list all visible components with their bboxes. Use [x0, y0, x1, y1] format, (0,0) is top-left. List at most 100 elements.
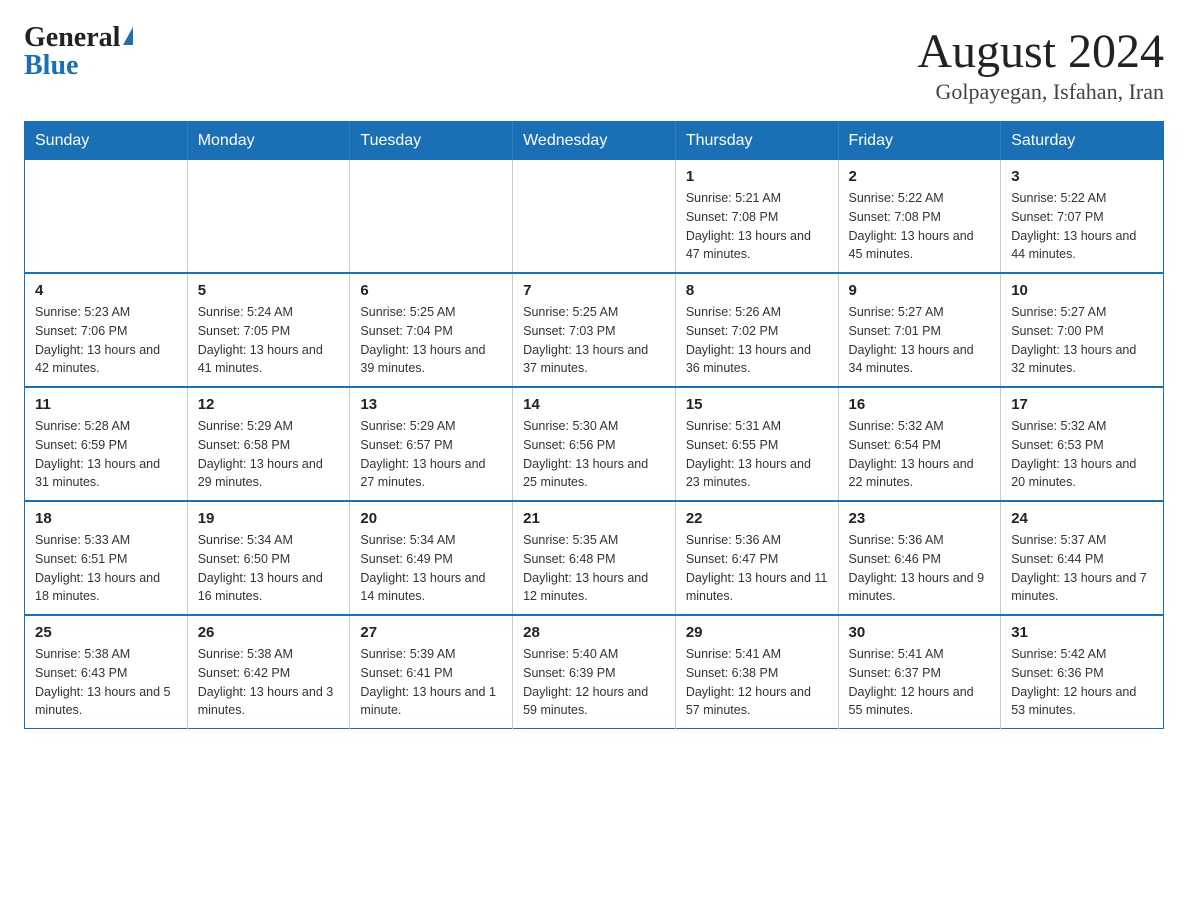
day-number: 26 [198, 624, 340, 641]
calendar-week-row: 25Sunrise: 5:38 AMSunset: 6:43 PMDayligh… [25, 615, 1164, 729]
day-number: 17 [1011, 396, 1153, 413]
day-number: 22 [686, 510, 828, 527]
day-info: Sunrise: 5:38 AMSunset: 6:43 PMDaylight:… [35, 645, 177, 720]
calendar-cell: 18Sunrise: 5:33 AMSunset: 6:51 PMDayligh… [25, 501, 188, 615]
day-number: 16 [849, 396, 991, 413]
day-info: Sunrise: 5:32 AMSunset: 6:54 PMDaylight:… [849, 417, 991, 492]
day-info: Sunrise: 5:22 AMSunset: 7:07 PMDaylight:… [1011, 189, 1153, 264]
day-info: Sunrise: 5:33 AMSunset: 6:51 PMDaylight:… [35, 531, 177, 606]
calendar-week-row: 4 Sunrise: 5:23 AMSunset: 7:06 PMDaylight… [25, 273, 1164, 387]
calendar-cell: 30 Sunrise: 5:41 AMSunset: 6:37 PMDayligh… [838, 615, 1001, 729]
day-number: 27 [360, 624, 502, 641]
day-info: Sunrise: 5:27 AMSunset: 7:00 PMDaylight:… [1011, 303, 1153, 378]
calendar-cell: 15 Sunrise: 5:31 AMSunset: 6:55 PMDayligh… [675, 387, 838, 501]
calendar-cell: 13 Sunrise: 5:29 AMSunset: 6:57 PMDayligh… [350, 387, 513, 501]
day-number: 2 [849, 168, 991, 185]
calendar-cell: 16 Sunrise: 5:32 AMSunset: 6:54 PMDayligh… [838, 387, 1001, 501]
day-number: 15 [686, 396, 828, 413]
day-info: Sunrise: 5:24 AMSunset: 7:05 PMDaylight:… [198, 303, 340, 378]
day-info: Sunrise: 5:22 AMSunset: 7:08 PMDaylight:… [849, 189, 991, 264]
day-info: Sunrise: 5:29 AMSunset: 6:58 PMDaylight:… [198, 417, 340, 492]
day-number: 28 [523, 624, 665, 641]
day-number: 6 [360, 282, 502, 299]
calendar-header-friday: Friday [838, 122, 1001, 161]
day-info: Sunrise: 5:30 AMSunset: 6:56 PMDaylight:… [523, 417, 665, 492]
day-info: Sunrise: 5:35 AMSunset: 6:48 PMDaylight:… [523, 531, 665, 606]
calendar-cell: 11 Sunrise: 5:28 AMSunset: 6:59 PMDayligh… [25, 387, 188, 501]
calendar-cell: 17 Sunrise: 5:32 AMSunset: 6:53 PMDayligh… [1001, 387, 1164, 501]
calendar-header-wednesday: Wednesday [513, 122, 676, 161]
day-number: 23 [849, 510, 991, 527]
calendar-cell: 27 Sunrise: 5:39 AMSunset: 6:41 PMDayligh… [350, 615, 513, 729]
day-info: Sunrise: 5:25 AMSunset: 7:03 PMDaylight:… [523, 303, 665, 378]
calendar-header-thursday: Thursday [675, 122, 838, 161]
logo-triangle-icon [123, 27, 133, 45]
logo-general-text: General [24, 24, 120, 52]
day-number: 14 [523, 396, 665, 413]
calendar-cell: 24Sunrise: 5:37 AMSunset: 6:44 PMDayligh… [1001, 501, 1164, 615]
calendar-cell: 3 Sunrise: 5:22 AMSunset: 7:07 PMDaylight… [1001, 160, 1164, 273]
calendar-cell [25, 160, 188, 273]
day-info: Sunrise: 5:38 AMSunset: 6:42 PMDaylight:… [198, 645, 340, 720]
calendar-cell: 20 Sunrise: 5:34 AMSunset: 6:49 PMDayligh… [350, 501, 513, 615]
day-info: Sunrise: 5:34 AMSunset: 6:49 PMDaylight:… [360, 531, 502, 606]
logo: General Blue [24, 24, 133, 80]
day-info: Sunrise: 5:36 AMSunset: 6:47 PMDaylight:… [686, 531, 828, 606]
page-header: General Blue August 2024 Golpayegan, Isf… [24, 24, 1164, 105]
calendar-cell: 28 Sunrise: 5:40 AMSunset: 6:39 PMDayligh… [513, 615, 676, 729]
calendar-week-row: 18Sunrise: 5:33 AMSunset: 6:51 PMDayligh… [25, 501, 1164, 615]
day-number: 1 [686, 168, 828, 185]
day-number: 20 [360, 510, 502, 527]
day-info: Sunrise: 5:23 AMSunset: 7:06 PMDaylight:… [35, 303, 177, 378]
calendar-cell: 22 Sunrise: 5:36 AMSunset: 6:47 PMDayligh… [675, 501, 838, 615]
calendar-header-row: SundayMondayTuesdayWednesdayThursdayFrid… [25, 122, 1164, 161]
calendar-cell: 4 Sunrise: 5:23 AMSunset: 7:06 PMDaylight… [25, 273, 188, 387]
day-info: Sunrise: 5:25 AMSunset: 7:04 PMDaylight:… [360, 303, 502, 378]
day-number: 3 [1011, 168, 1153, 185]
day-info: Sunrise: 5:32 AMSunset: 6:53 PMDaylight:… [1011, 417, 1153, 492]
day-info: Sunrise: 5:41 AMSunset: 6:38 PMDaylight:… [686, 645, 828, 720]
day-number: 30 [849, 624, 991, 641]
calendar-cell: 5 Sunrise: 5:24 AMSunset: 7:05 PMDaylight… [187, 273, 350, 387]
calendar-cell: 7Sunrise: 5:25 AMSunset: 7:03 PMDaylight… [513, 273, 676, 387]
day-info: Sunrise: 5:26 AMSunset: 7:02 PMDaylight:… [686, 303, 828, 378]
day-info: Sunrise: 5:37 AMSunset: 6:44 PMDaylight:… [1011, 531, 1153, 606]
title-block: August 2024 Golpayegan, Isfahan, Iran [917, 24, 1164, 105]
calendar-header-saturday: Saturday [1001, 122, 1164, 161]
calendar-cell [513, 160, 676, 273]
month-title: August 2024 [917, 24, 1164, 79]
calendar-cell: 8 Sunrise: 5:26 AMSunset: 7:02 PMDaylight… [675, 273, 838, 387]
day-info: Sunrise: 5:39 AMSunset: 6:41 PMDaylight:… [360, 645, 502, 720]
calendar-cell: 2 Sunrise: 5:22 AMSunset: 7:08 PMDaylight… [838, 160, 1001, 273]
day-info: Sunrise: 5:40 AMSunset: 6:39 PMDaylight:… [523, 645, 665, 720]
day-info: Sunrise: 5:28 AMSunset: 6:59 PMDaylight:… [35, 417, 177, 492]
day-info: Sunrise: 5:36 AMSunset: 6:46 PMDaylight:… [849, 531, 991, 606]
calendar-cell: 26 Sunrise: 5:38 AMSunset: 6:42 PMDayligh… [187, 615, 350, 729]
day-info: Sunrise: 5:41 AMSunset: 6:37 PMDaylight:… [849, 645, 991, 720]
calendar-cell: 25Sunrise: 5:38 AMSunset: 6:43 PMDayligh… [25, 615, 188, 729]
calendar-cell: 10Sunrise: 5:27 AMSunset: 7:00 PMDayligh… [1001, 273, 1164, 387]
calendar-cell: 21 Sunrise: 5:35 AMSunset: 6:48 PMDayligh… [513, 501, 676, 615]
day-info: Sunrise: 5:34 AMSunset: 6:50 PMDaylight:… [198, 531, 340, 606]
day-number: 4 [35, 282, 177, 299]
day-info: Sunrise: 5:31 AMSunset: 6:55 PMDaylight:… [686, 417, 828, 492]
calendar-cell: 14 Sunrise: 5:30 AMSunset: 6:56 PMDayligh… [513, 387, 676, 501]
day-number: 5 [198, 282, 340, 299]
calendar-header-tuesday: Tuesday [350, 122, 513, 161]
day-number: 8 [686, 282, 828, 299]
calendar-cell: 1Sunrise: 5:21 AMSunset: 7:08 PMDaylight… [675, 160, 838, 273]
calendar-week-row: 1Sunrise: 5:21 AMSunset: 7:08 PMDaylight… [25, 160, 1164, 273]
day-number: 9 [849, 282, 991, 299]
day-number: 11 [35, 396, 177, 413]
calendar-cell [350, 160, 513, 273]
calendar-cell: 23 Sunrise: 5:36 AMSunset: 6:46 PMDayligh… [838, 501, 1001, 615]
day-info: Sunrise: 5:29 AMSunset: 6:57 PMDaylight:… [360, 417, 502, 492]
day-number: 29 [686, 624, 828, 641]
calendar-header-monday: Monday [187, 122, 350, 161]
calendar-cell [187, 160, 350, 273]
day-number: 21 [523, 510, 665, 527]
day-number: 12 [198, 396, 340, 413]
day-number: 13 [360, 396, 502, 413]
calendar-cell: 29 Sunrise: 5:41 AMSunset: 6:38 PMDayligh… [675, 615, 838, 729]
logo-blue-text: Blue [24, 50, 78, 81]
